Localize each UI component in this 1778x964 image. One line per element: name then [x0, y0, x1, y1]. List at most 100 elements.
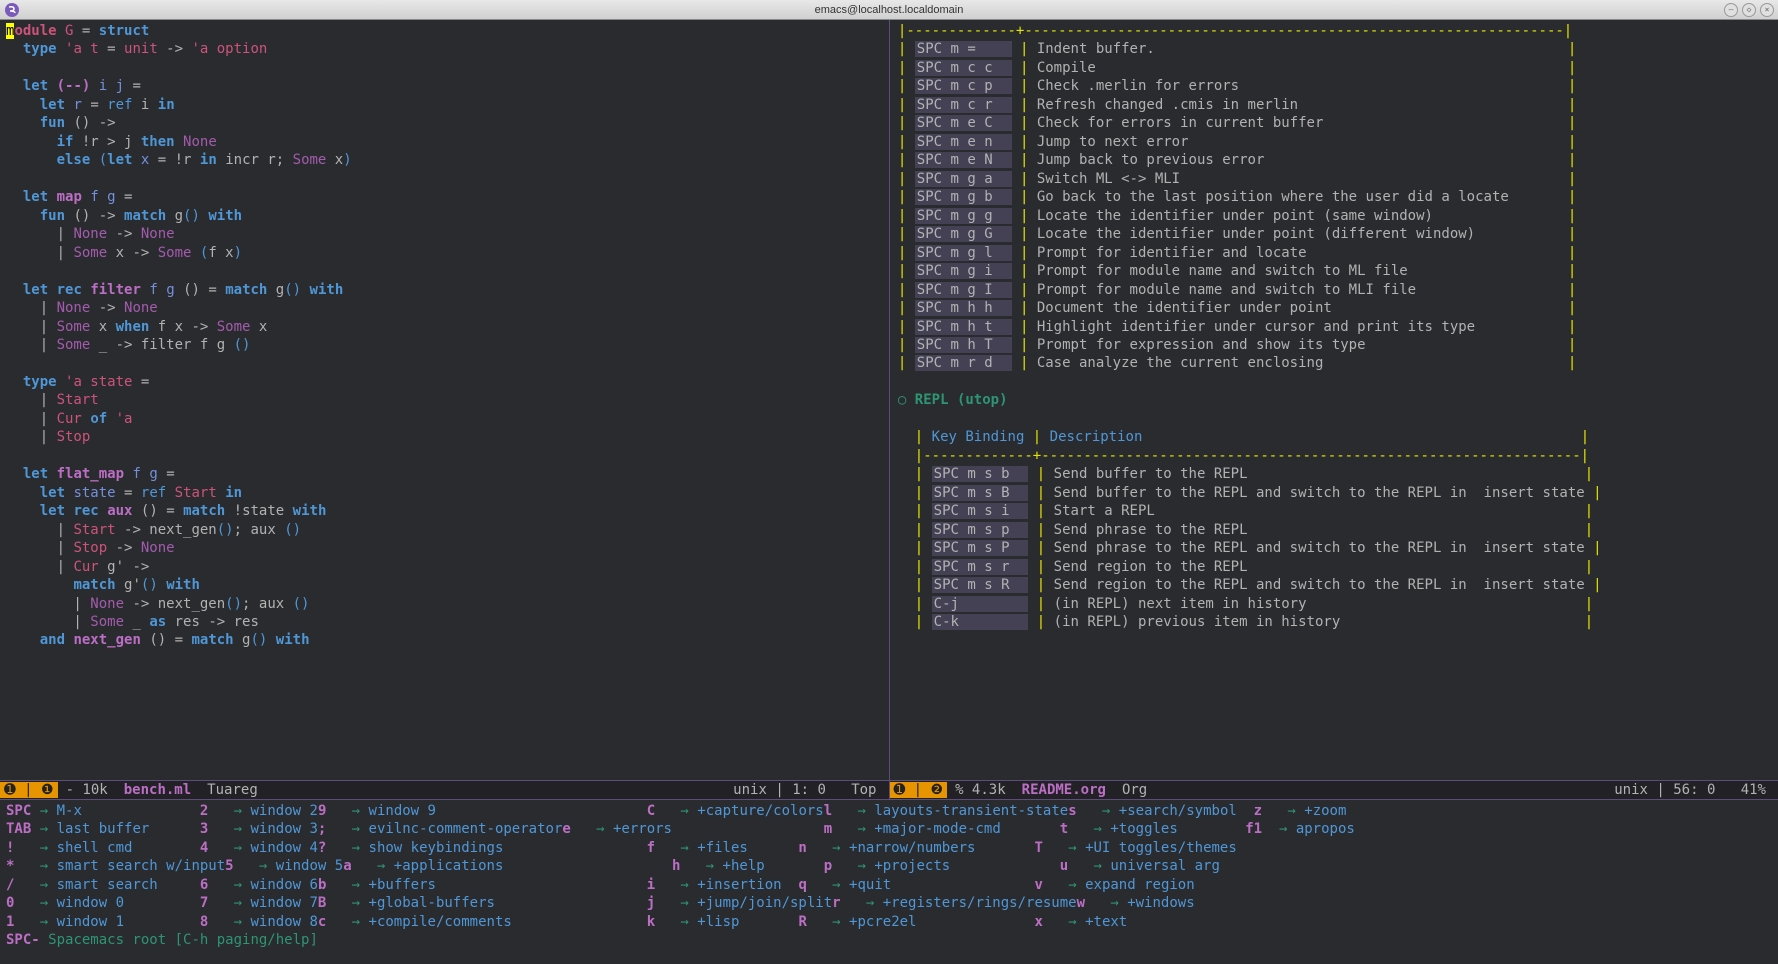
which-key-item[interactable]: r → +registers/rings/resume [832, 894, 1076, 912]
code-line[interactable]: type 'a t = unit -> 'a option [6, 40, 883, 58]
key-description: Send phrase to the REPL and switch to th… [1054, 540, 1585, 556]
right-pane[interactable]: |-------------+-------------------------… [890, 20, 1778, 800]
editor-main: module G = struct type 'a t = unit -> 'a… [0, 20, 1778, 800]
code-line[interactable]: let (--) i j = [6, 77, 883, 95]
key-description: Send region to the REPL and switch to th… [1054, 577, 1585, 593]
which-key-item[interactable]: b → +buffers [318, 876, 554, 894]
keybinding-row: | SPC m s i | Start a REPL | [890, 502, 1778, 520]
keybinding-row: | SPC m s r | Send region to the REPL | [890, 558, 1778, 576]
code-line[interactable]: | None -> None [6, 299, 883, 317]
code-line[interactable]: | Cur of 'a [6, 410, 883, 428]
modeline-right[interactable]: ➊ | ❷ % 4.3k README.org Org unix | 56: 0… [890, 780, 1778, 800]
which-key-item[interactable]: TAB → last buffer [6, 820, 200, 838]
which-key-item[interactable]: f1 → apropos [1245, 820, 1355, 838]
which-key-item[interactable]: 6 → window 6 [200, 876, 318, 894]
key-description: Locate the identifier under point (diffe… [1037, 226, 1560, 242]
code-line[interactable]: | Stop -> None [6, 539, 883, 557]
code-line[interactable]: let map f g = [6, 188, 883, 206]
which-key-item[interactable]: 1 → window 1 [6, 913, 200, 931]
which-key-item[interactable]: n → +narrow/numbers [798, 839, 1034, 857]
which-key-row: 1 → window 1 8 → window 8c → +compile/co… [6, 913, 1772, 931]
key-description: Jump back to previous error [1037, 152, 1560, 168]
which-key-item[interactable]: R → +pcre2el [798, 913, 1034, 931]
code-line[interactable]: | Some x -> Some (f x) [6, 244, 883, 262]
which-key-item[interactable]: C → +capture/colors [647, 802, 824, 820]
code-line[interactable]: match g'() with [6, 576, 883, 594]
code-line[interactable]: let state = ref Start in [6, 484, 883, 502]
key-description: Case analyze the current enclosing [1037, 355, 1560, 371]
keybinding-row: | SPC m g g | Locate the identifier unde… [890, 207, 1778, 225]
code-line[interactable]: let flat_map f g = [6, 465, 883, 483]
code-editor[interactable]: module G = struct type 'a t = unit -> 'a… [0, 20, 889, 652]
which-key-item[interactable]: ; → evilnc-comment-operator [318, 820, 562, 838]
which-key-item[interactable]: 2 → window 2 [200, 802, 318, 820]
which-key-item[interactable]: * → smart search w/input [6, 857, 225, 875]
which-key-item[interactable]: 8 → window 8 [200, 913, 318, 931]
which-key-item[interactable]: SPC → M-x [6, 802, 200, 820]
which-key-item[interactable]: ? → show keybindings [318, 839, 554, 857]
code-line[interactable]: else (let x = !r in incr r; Some x) [6, 151, 883, 169]
code-line[interactable]: let rec aux () = match !state with [6, 502, 883, 520]
modeline-left[interactable]: ➊ | ❶ - 10k bench.ml Tuareg unix | 1: 0 … [0, 780, 889, 800]
code-line[interactable]: fun () -> [6, 114, 883, 132]
code-line[interactable]: let r = ref i in [6, 96, 883, 114]
code-line[interactable]: fun () -> match g() with [6, 207, 883, 225]
close-button[interactable]: × [1760, 3, 1774, 17]
code-line[interactable]: module G = struct [6, 22, 883, 40]
code-line[interactable] [6, 447, 883, 465]
which-key-item[interactable]: z → +zoom [1254, 802, 1355, 820]
which-key-item[interactable]: / → smart search [6, 876, 200, 894]
which-key-item[interactable]: a → +applications [343, 857, 579, 875]
code-line[interactable] [6, 354, 883, 372]
readme-viewer[interactable]: |-------------+-------------------------… [890, 20, 1778, 633]
maximize-button[interactable]: ◇ [1742, 3, 1756, 17]
code-line[interactable]: | None -> next_gen(); aux () [6, 595, 883, 613]
which-key-item[interactable]: h → +help [672, 857, 824, 875]
which-key-item[interactable]: p → +projects [824, 857, 1060, 875]
which-key-item[interactable]: q → +quit [798, 876, 1034, 894]
which-key-item[interactable]: 0 → window 0 [6, 894, 200, 912]
code-line[interactable]: | Some x when f x -> Some x [6, 318, 883, 336]
which-key-item[interactable]: v → expand region [1035, 876, 1220, 894]
which-key-item[interactable]: j → +jump/join/split [647, 894, 832, 912]
which-key-item[interactable]: ! → shell cmd [6, 839, 200, 857]
which-key-item[interactable]: m → +major-mode-cmd [824, 820, 1060, 838]
which-key-item[interactable]: 3 → window 3 [200, 820, 318, 838]
code-line[interactable]: | Some _ as res -> res [6, 613, 883, 631]
which-key-item[interactable]: 9 → window 9 [318, 802, 554, 820]
which-key-item[interactable]: e → +errors [562, 820, 672, 838]
which-key-item[interactable]: T → +UI toggles/themes [1034, 839, 1236, 857]
code-line[interactable]: and next_gen () = match g() with [6, 631, 883, 649]
code-line[interactable] [6, 170, 883, 188]
minimize-button[interactable]: – [1724, 3, 1738, 17]
left-pane[interactable]: module G = struct type 'a t = unit -> 'a… [0, 20, 890, 800]
which-key-item[interactable]: 5 → window 5 [225, 857, 343, 875]
which-key-item[interactable]: k → +lisp [647, 913, 799, 931]
emacs-icon [4, 2, 20, 18]
code-line[interactable]: type 'a state = [6, 373, 883, 391]
code-line[interactable]: | Start [6, 391, 883, 409]
which-key-item[interactable]: 4 → window 4 [200, 839, 318, 857]
which-key-item[interactable]: c → +compile/comments [318, 913, 554, 931]
which-key-item[interactable]: s → +search/symbol [1068, 802, 1253, 820]
which-key-item[interactable]: B → +global-buffers [318, 894, 554, 912]
which-key-item[interactable]: i → +insertion [647, 876, 799, 894]
which-key-item[interactable]: l → layouts-transient-state [824, 802, 1068, 820]
code-line[interactable]: let rec filter f g () = match g() with [6, 281, 883, 299]
key-description: (in REPL) previous item in history [1054, 614, 1577, 630]
keybinding-row: | SPC m h t | Highlight identifier under… [890, 318, 1778, 336]
code-line[interactable] [6, 262, 883, 280]
code-line[interactable]: if !r > j then None [6, 133, 883, 151]
which-key-item[interactable]: u → universal arg [1060, 857, 1245, 875]
code-line[interactable] [6, 59, 883, 77]
which-key-item[interactable]: w → +windows [1077, 894, 1262, 912]
code-line[interactable]: | Start -> next_gen(); aux () [6, 521, 883, 539]
which-key-item[interactable]: 7 → window 7 [200, 894, 318, 912]
which-key-item[interactable]: x → +text [1035, 913, 1220, 931]
code-line[interactable]: | Stop [6, 428, 883, 446]
which-key-item[interactable]: f → +files [647, 839, 799, 857]
code-line[interactable]: | None -> None [6, 225, 883, 243]
code-line[interactable]: | Cur g' -> [6, 558, 883, 576]
which-key-item[interactable]: t → +toggles [1060, 820, 1245, 838]
code-line[interactable]: | Some _ -> filter f g () [6, 336, 883, 354]
